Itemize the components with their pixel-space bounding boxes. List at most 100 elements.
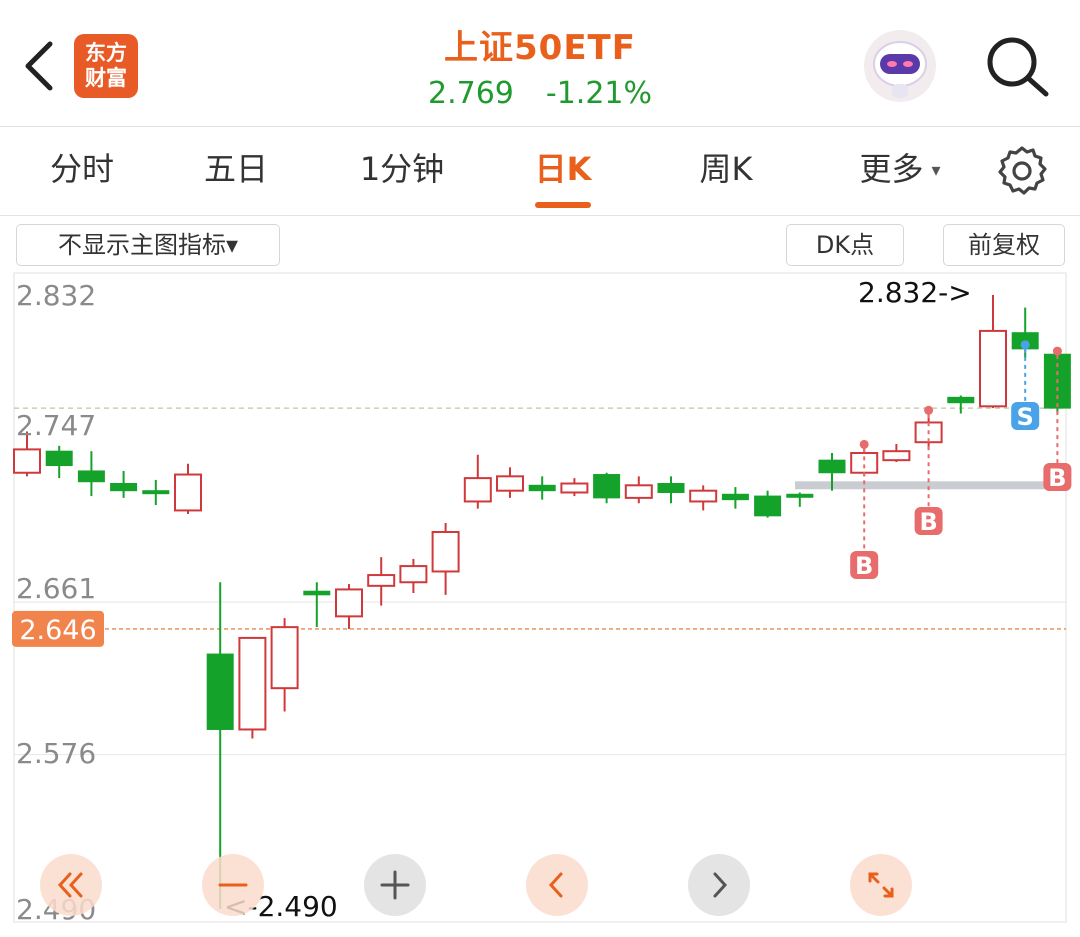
robot-avatar-icon: [864, 30, 936, 102]
candle-body-down: [110, 483, 138, 492]
candle: [142, 479, 170, 506]
signal-label: B: [1048, 464, 1066, 492]
search-icon: [987, 37, 1049, 97]
candle-body-down: [593, 474, 621, 499]
tab-more-label: 更多: [859, 150, 924, 188]
candle-body-up: [624, 484, 653, 499]
candle: [45, 445, 73, 479]
candle-body-up: [850, 451, 879, 474]
candle-body-up: [560, 482, 589, 494]
fullscreen-button[interactable]: [850, 854, 912, 916]
axis-labels: 2.8322.7472.6612.5762.4902.6462.832-><-2…: [12, 276, 972, 926]
candle-body-down: [528, 484, 556, 492]
plot-frame: [13, 272, 1067, 923]
candle: [77, 451, 105, 497]
candle: [721, 487, 749, 509]
candle: [399, 558, 428, 594]
candle: [431, 523, 460, 595]
candle-body-down: [947, 396, 975, 404]
last-price: 2.769: [427, 76, 514, 111]
candle-body-up: [882, 450, 911, 462]
candle-body-up: [270, 626, 299, 690]
candle-body-down: [142, 490, 170, 495]
candle-body-down: [303, 590, 331, 596]
double-chevron-left-icon: [57, 872, 83, 898]
signal-dot: [1020, 340, 1030, 350]
candle-body-up: [238, 636, 267, 731]
dk-point-toggle[interactable]: DK点: [786, 224, 904, 266]
search-button[interactable]: [982, 32, 1052, 102]
candle-body-up: [367, 574, 396, 587]
chevron-left-icon: [548, 872, 563, 898]
chevron-down-icon: ▾: [931, 160, 941, 181]
candle: [754, 490, 782, 518]
gear-icon: [998, 146, 1047, 195]
candle-body-down: [206, 653, 234, 730]
candle-body-up: [689, 489, 718, 503]
candle: [979, 295, 1007, 409]
candle-body-up: [399, 565, 428, 584]
candle: [367, 557, 396, 606]
candle: [270, 618, 299, 712]
candle-body-up: [335, 588, 363, 618]
chevron-right-icon: [713, 872, 728, 898]
candle-body-down: [721, 493, 749, 501]
candle: [463, 454, 492, 509]
candle: [528, 476, 556, 500]
period-tabs: 分时 五日 1分钟 日K 周K 更多 ▾: [0, 127, 1080, 216]
reference-lines: [14, 407, 1066, 630]
candle: [303, 582, 331, 628]
signal-dot: [924, 405, 934, 415]
forward-adjust-toggle[interactable]: 前复权: [943, 224, 1065, 266]
previous-button[interactable]: [526, 854, 588, 916]
top-header: 东方 财富 上证50ETF 2.769 -1.21%: [0, 0, 1080, 127]
support-band: [795, 481, 1066, 490]
candle: [624, 476, 653, 504]
candle-body-down: [818, 459, 846, 474]
tab-weekly-k[interactable]: 周K: [668, 127, 784, 215]
candle-body-up: [979, 329, 1007, 408]
candle: [174, 463, 202, 515]
candle-body-up: [496, 475, 524, 492]
y-axis-label: 2.661: [16, 572, 96, 605]
candle-body-down: [786, 493, 814, 498]
chart-settings-button[interactable]: [994, 143, 1050, 199]
active-tab-indicator: [535, 202, 591, 208]
minus-icon: [218, 883, 248, 887]
candle: [786, 492, 814, 507]
zoom-in-button[interactable]: [364, 854, 426, 916]
zoom-out-button[interactable]: [202, 854, 264, 916]
max-price-annotation: 2.832->: [858, 276, 972, 309]
y-axis-label: 2.832: [16, 279, 96, 312]
next-button[interactable]: [688, 854, 750, 916]
tab-more[interactable]: 更多 ▾: [838, 127, 962, 215]
y-axis-label: 2.576: [16, 737, 96, 770]
candle: [496, 467, 524, 498]
y-axis-label: 2.747: [16, 409, 96, 442]
candle-body-up: [174, 473, 202, 512]
assistant-robot-button[interactable]: [862, 28, 938, 104]
signal-label: B: [919, 508, 937, 536]
main-indicator-select[interactable]: 不显示主图指标▾: [16, 224, 280, 266]
plus-icon: [380, 870, 410, 900]
candle: [593, 472, 621, 504]
fast-back-button[interactable]: [40, 854, 102, 916]
candle-body-up: [13, 448, 41, 474]
tab-intraday[interactable]: 分时: [22, 127, 142, 215]
candle: [689, 485, 718, 511]
signal-dot: [1052, 346, 1062, 356]
candle-body-up: [431, 530, 460, 573]
signal-label: S: [1017, 403, 1034, 431]
candle: [110, 470, 138, 498]
tab-five-day[interactable]: 五日: [176, 127, 296, 215]
chart-grid: [13, 272, 1067, 923]
candle: [238, 636, 267, 739]
candle-body-down: [754, 495, 782, 517]
tab-one-minute[interactable]: 1分钟: [338, 127, 466, 215]
candle-body-down: [45, 450, 73, 467]
current-price-tag-label: 2.646: [19, 615, 96, 646]
change-percent: -1.21%: [545, 76, 653, 111]
kline-chart[interactable]: BBSB 2.8322.7472.6612.5762.4902.6462.832…: [0, 268, 1080, 937]
current-price-tag: 2.646: [12, 610, 104, 647]
candle: [882, 444, 911, 462]
